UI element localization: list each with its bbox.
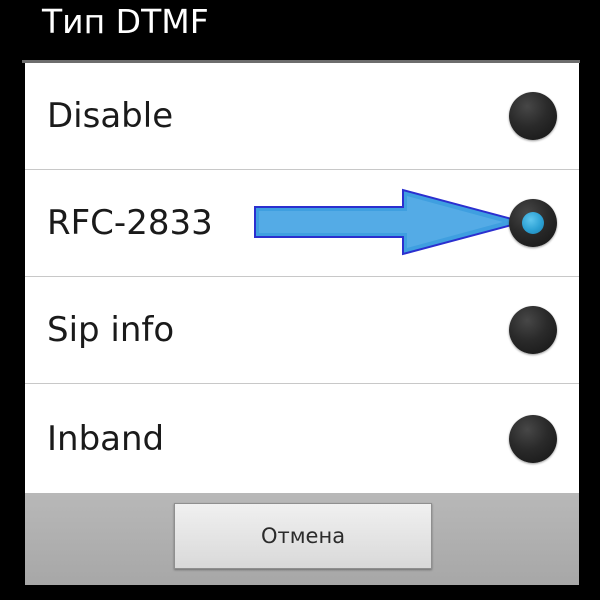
- option-inband[interactable]: Inband: [25, 384, 579, 493]
- option-label: Inband: [47, 418, 165, 459]
- arrow-right-icon: [254, 188, 525, 256]
- option-list: Disable RFC-2833 Sip info Inband: [25, 63, 579, 493]
- cancel-button[interactable]: Отмена: [174, 503, 432, 569]
- radio-button[interactable]: [509, 414, 557, 463]
- option-rfc-2833[interactable]: RFC-2833: [25, 170, 579, 277]
- dialog-title: Тип DTMF: [22, 0, 580, 60]
- option-sip-info[interactable]: Sip info: [25, 277, 579, 384]
- dtmf-type-dialog: Тип DTMF Disable RFC-2833 Sip info Inban…: [22, 0, 580, 588]
- option-label: Disable: [47, 96, 174, 136]
- option-disable[interactable]: Disable: [25, 63, 579, 170]
- option-label: RFC-2833: [47, 203, 213, 243]
- dialog-footer: Отмена: [25, 493, 579, 585]
- radio-button[interactable]: [509, 306, 557, 354]
- radio-dot: [522, 212, 544, 234]
- screen: Тип DTMF Disable RFC-2833 Sip info Inban…: [0, 0, 600, 600]
- arrow-shape: [254, 188, 525, 256]
- radio-button[interactable]: [509, 92, 557, 140]
- arrow-highlight: [259, 196, 503, 248]
- option-label: Sip info: [47, 310, 175, 350]
- radio-button[interactable]: [509, 199, 557, 247]
